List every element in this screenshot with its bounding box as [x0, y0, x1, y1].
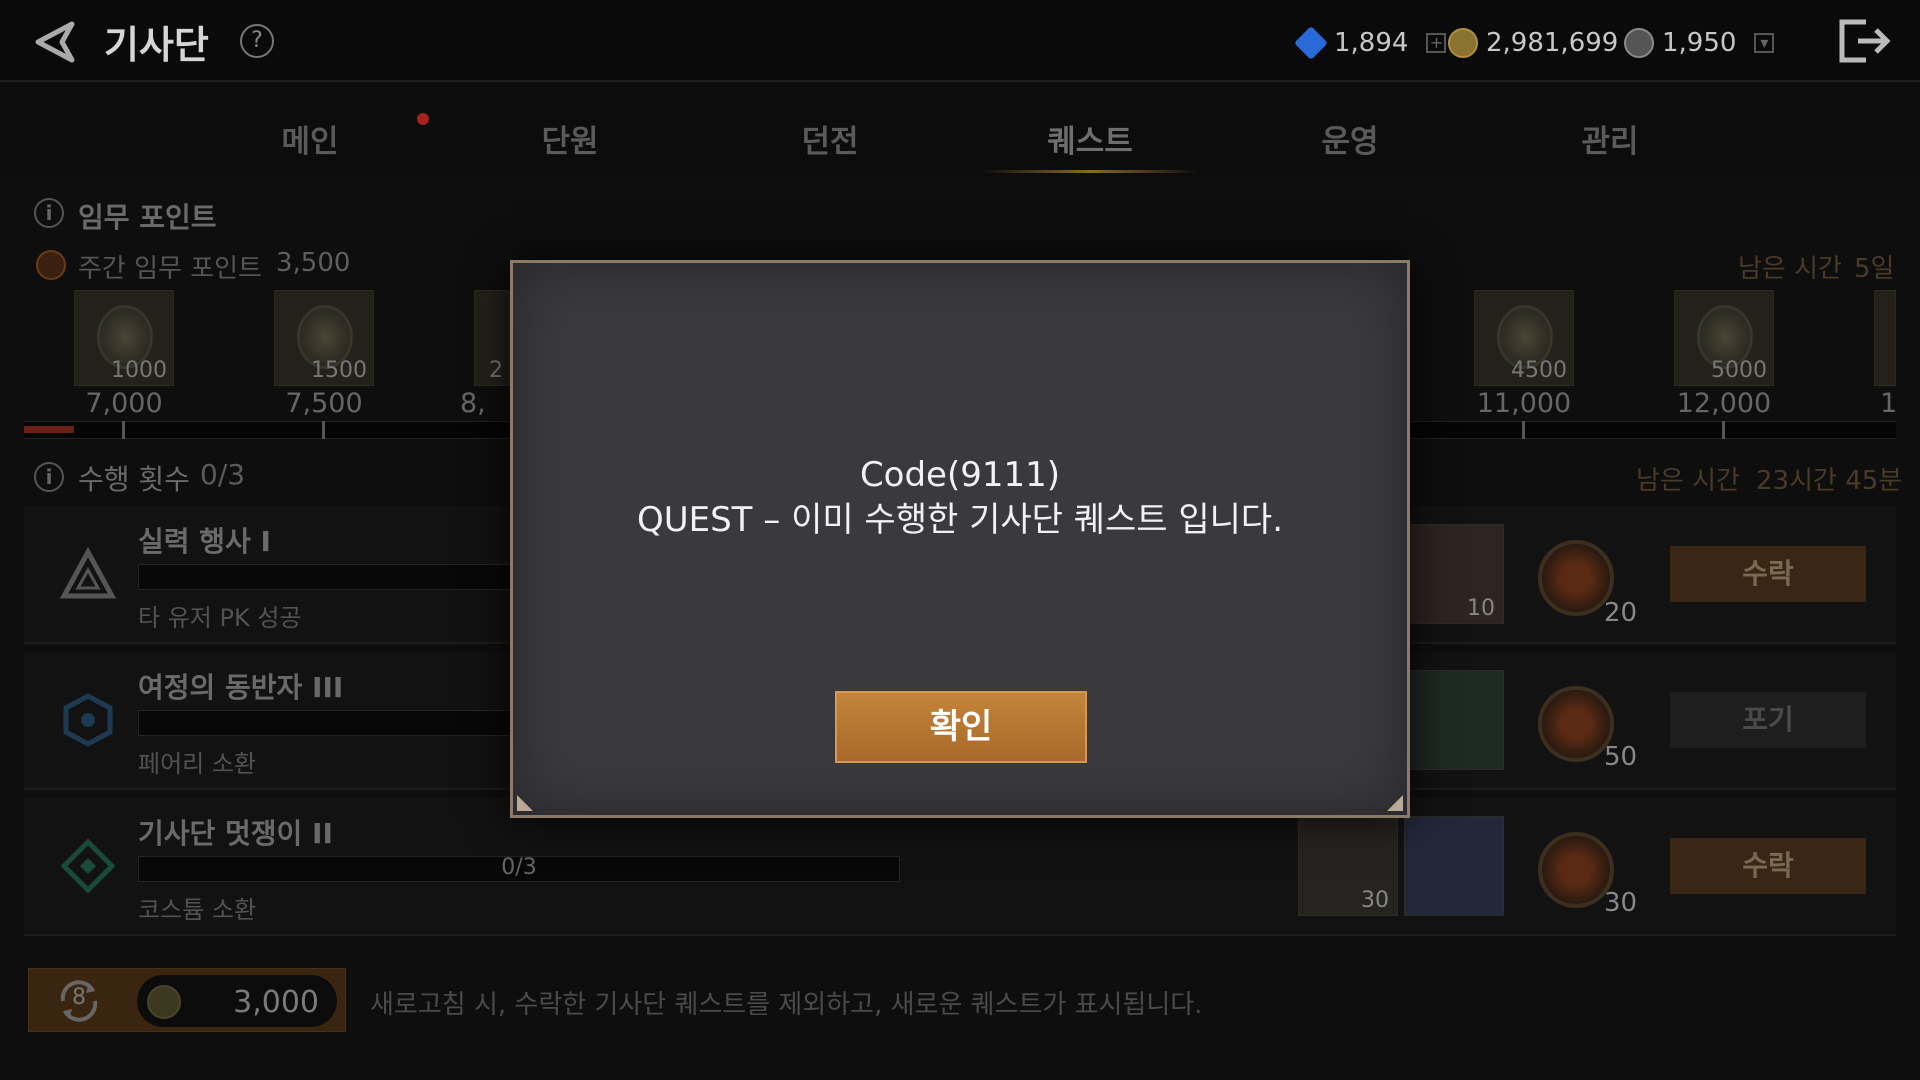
corner-ornament	[517, 795, 533, 811]
error-message: Code(9111) QUEST – 이미 수행한 기사단 퀘스트 입니다.	[513, 453, 1407, 543]
corner-ornament	[1387, 795, 1403, 811]
error-dialog: Code(9111) QUEST – 이미 수행한 기사단 퀘스트 입니다. 확…	[510, 260, 1410, 818]
confirm-button[interactable]: 확인	[835, 691, 1087, 763]
error-text: QUEST – 이미 수행한 기사단 퀘스트 입니다.	[636, 500, 1284, 540]
error-code: Code(9111)	[859, 455, 1061, 495]
